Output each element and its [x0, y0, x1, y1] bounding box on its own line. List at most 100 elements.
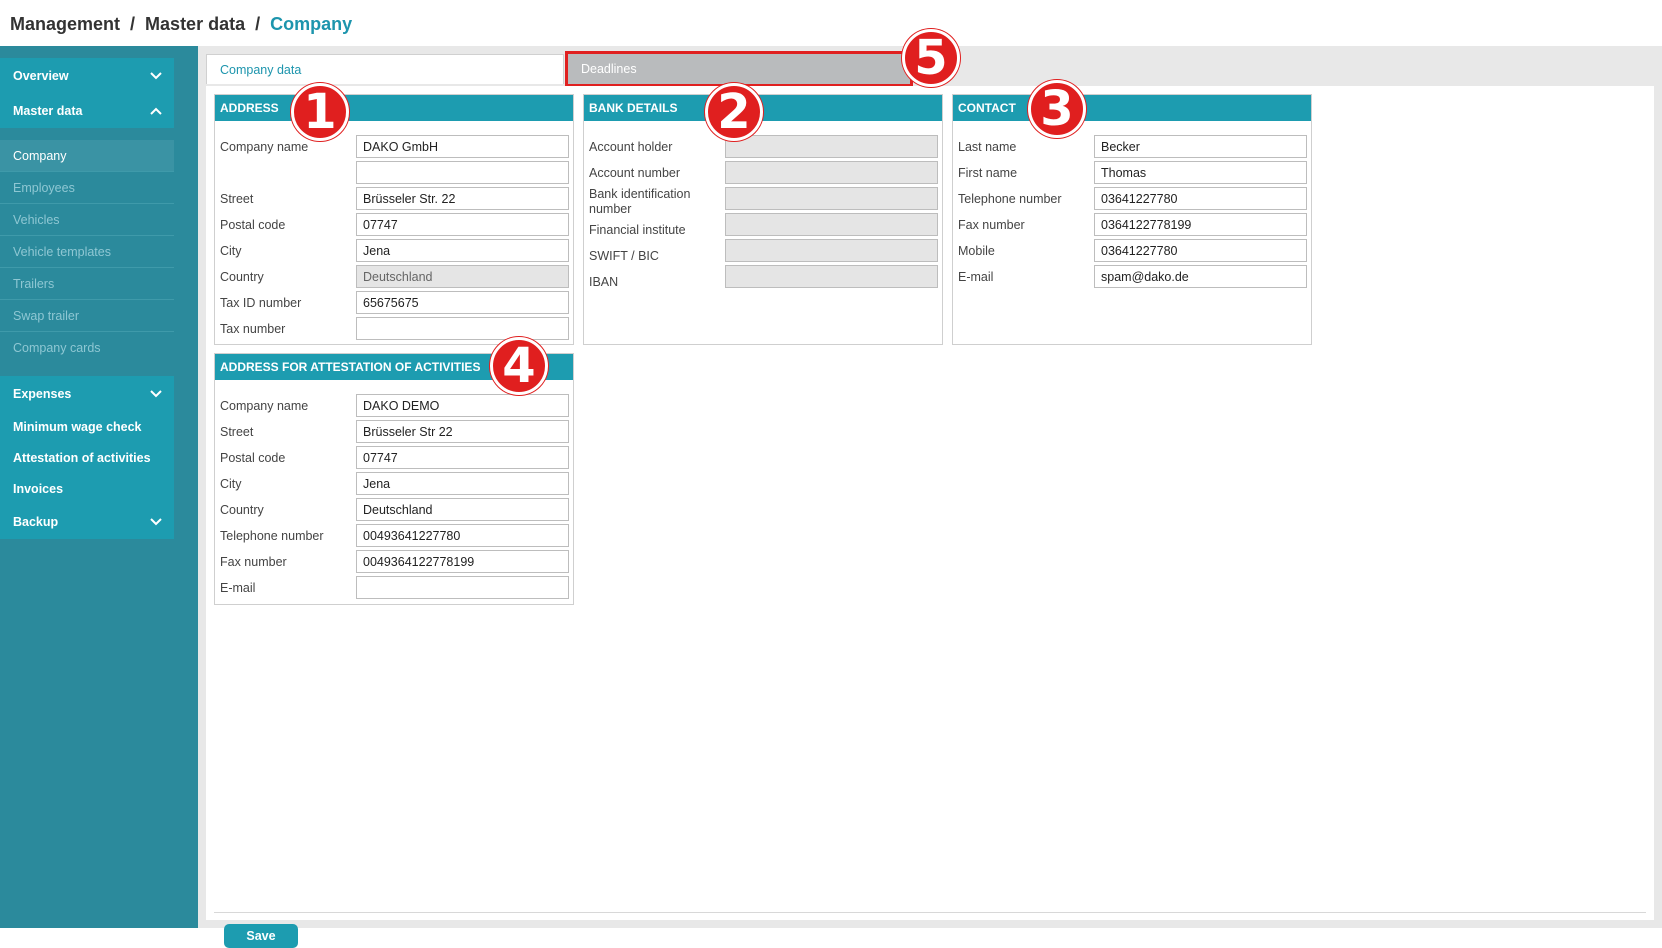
attestation-company-name-input[interactable] — [356, 394, 569, 417]
field-label: Telephone number — [220, 529, 324, 543]
email-input[interactable] — [1094, 265, 1307, 288]
field-label: City — [220, 244, 242, 258]
field-label: Company name — [220, 140, 309, 154]
tab-company-data[interactable]: Company data — [206, 54, 564, 84]
main-content: Company data Deadlines ADDRESS Company n… — [198, 29, 1662, 948]
sidebar-item-minimum-wage-check[interactable]: Minimum wage check — [0, 411, 174, 442]
attestation-telephone-input[interactable] — [356, 524, 569, 547]
attestation-email-input[interactable] — [356, 576, 569, 599]
sidebar-item-backup[interactable]: Backup — [0, 504, 174, 539]
tab-deadlines[interactable]: Deadlines — [565, 51, 913, 87]
iban-input — [725, 265, 938, 288]
field-label: Mobile — [958, 244, 995, 258]
street-input[interactable] — [356, 187, 569, 210]
sidebar-item-master-data[interactable]: Master data — [0, 93, 174, 128]
chevron-down-icon — [148, 514, 164, 530]
annotation-marker-5: 5 — [902, 29, 960, 87]
sidebar-item-vehicle-templates[interactable]: Vehicle templates — [0, 236, 174, 268]
sidebar-item-expenses[interactable]: Expenses — [0, 376, 174, 411]
postal-code-input[interactable] — [356, 213, 569, 236]
annotation-marker-3: 3 — [1028, 80, 1086, 138]
section-title: CONTACT — [953, 95, 1311, 121]
sidebar-item-trailers[interactable]: Trailers — [0, 268, 174, 300]
field-label: Street — [220, 425, 254, 439]
company-name-input[interactable] — [356, 135, 569, 158]
chevron-down-icon — [148, 68, 164, 84]
last-name-input[interactable] — [1094, 135, 1307, 158]
mobile-input[interactable] — [1094, 239, 1307, 262]
sidebar-item-label: Backup — [13, 514, 59, 529]
field-label: Country — [220, 270, 264, 284]
annotation-marker-1: 1 — [291, 83, 349, 141]
field-label: IBAN — [589, 275, 619, 289]
sidebar-item-attestation[interactable]: Attestation of activities — [0, 442, 174, 473]
field-label: E-mail — [220, 581, 256, 595]
section-title: ADDRESS — [215, 95, 573, 121]
account-holder-input — [725, 135, 938, 158]
first-name-input[interactable] — [1094, 161, 1307, 184]
contact-section: CONTACT Last name First name Telephone n… — [952, 94, 1312, 345]
attestation-fax-input[interactable] — [356, 550, 569, 573]
country-input — [356, 265, 569, 288]
field-label: SWIFT / BIC — [589, 249, 659, 263]
field-label: E-mail — [958, 270, 994, 284]
field-label: Street — [220, 192, 254, 206]
breadcrumb: Management / Master data / Company — [10, 12, 352, 36]
chevron-up-icon — [148, 103, 164, 119]
field-label: Tax ID number — [220, 296, 302, 310]
field-label: Fax number — [220, 555, 287, 569]
tax-id-input[interactable] — [356, 291, 569, 314]
section-title: BANK DETAILS — [584, 95, 942, 121]
tax-number-input[interactable] — [356, 317, 569, 340]
swift-input — [725, 239, 938, 262]
field-label: Postal code — [220, 451, 286, 465]
bank-details-section: BANK DETAILS Account holder Account numb… — [583, 94, 943, 345]
sidebar-item-overview[interactable]: Overview — [0, 58, 174, 93]
field-label: Fax number — [958, 218, 1025, 232]
attestation-city-input[interactable] — [356, 472, 569, 495]
attestation-country-input[interactable] — [356, 498, 569, 521]
tab-bar: Company data Deadlines — [206, 51, 913, 87]
attestation-street-input[interactable] — [356, 420, 569, 443]
financial-institute-input — [725, 213, 938, 236]
account-number-input — [725, 161, 938, 184]
bank-id-input — [725, 187, 938, 210]
field-label: Account number — [589, 166, 681, 180]
annotation-marker-2: 2 — [705, 83, 763, 141]
sidebar-item-swap-trailer[interactable]: Swap trailer — [0, 300, 174, 332]
fax-input[interactable] — [1094, 213, 1307, 236]
city-input[interactable] — [356, 239, 569, 262]
sidebar-menu: Overview Master data Company Employees V… — [0, 58, 174, 539]
breadcrumb-management[interactable]: Management — [10, 14, 120, 35]
field-label: Tax number — [220, 322, 286, 336]
footer-divider — [214, 912, 1646, 913]
sidebar-submenu-master-data: Company Employees Vehicles Vehicle templ… — [0, 128, 174, 376]
annotation-marker-4: 4 — [490, 337, 548, 395]
field-label: Country — [220, 503, 264, 517]
telephone-input[interactable] — [1094, 187, 1307, 210]
breadcrumb-separator: / — [255, 13, 261, 34]
field-label: Telephone number — [958, 192, 1062, 206]
sidebar-item-employees[interactable]: Employees — [0, 172, 174, 204]
address-section: ADDRESS Company name Street Postal code … — [214, 94, 574, 345]
field-label: Postal code — [220, 218, 286, 232]
breadcrumb-current: Company — [270, 13, 353, 34]
sidebar-item-label: Overview — [13, 68, 69, 83]
field-label: Company name — [220, 399, 309, 413]
sidebar-item-label: Expenses — [13, 386, 72, 401]
breadcrumb-master-data[interactable]: Master data — [145, 14, 245, 35]
form-panel: ADDRESS Company name Street Postal code … — [206, 86, 1654, 948]
sidebar-item-invoices[interactable]: Invoices — [0, 473, 174, 504]
field-label: Account holder — [589, 140, 673, 154]
field-label: Last name — [958, 140, 1017, 154]
sidebar-item-company[interactable]: Company — [0, 140, 174, 172]
field-label: City — [220, 477, 242, 491]
attestation-postal-code-input[interactable] — [356, 446, 569, 469]
sidebar-item-company-cards[interactable]: Company cards — [0, 332, 174, 364]
field-label: Financial institute — [589, 223, 686, 237]
sidebar-item-vehicles[interactable]: Vehicles — [0, 204, 174, 236]
chevron-down-icon — [148, 386, 164, 402]
breadcrumb-separator: / — [130, 13, 136, 34]
company-name-2-input[interactable] — [356, 161, 569, 184]
sidebar: Overview Master data Company Employees V… — [0, 46, 198, 928]
